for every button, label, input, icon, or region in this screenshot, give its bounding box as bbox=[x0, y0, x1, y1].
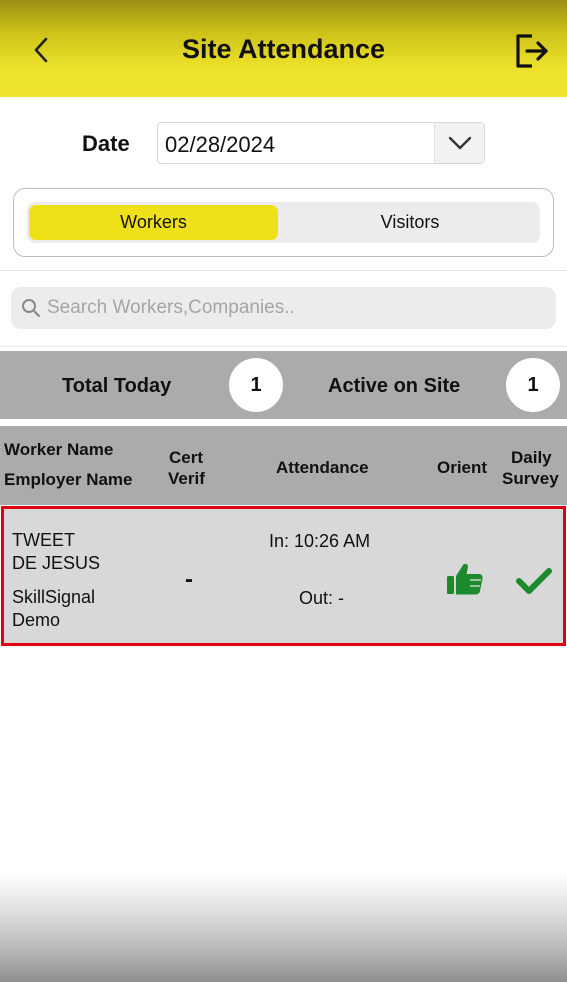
logout-icon bbox=[516, 34, 548, 68]
header-cert: Cert bbox=[169, 448, 204, 467]
header-attendance: Attendance bbox=[276, 458, 369, 477]
search-bar[interactable] bbox=[11, 287, 556, 329]
header-employer-name: Employer Name bbox=[4, 470, 133, 489]
tab-workers[interactable]: Workers bbox=[29, 205, 278, 240]
cert-verif-value: - bbox=[185, 566, 193, 593]
check-out-time: Out: - bbox=[299, 588, 345, 608]
employer-name-line2: Demo bbox=[12, 610, 61, 630]
table-header: Worker Name Employer Name Cert Verif Att… bbox=[0, 426, 567, 505]
header-daily: Daily bbox=[511, 448, 552, 467]
active-on-site-count: 1 bbox=[506, 358, 560, 412]
employer-name-line1: SkillSignal bbox=[12, 587, 96, 607]
date-dropdown-button[interactable] bbox=[434, 123, 484, 163]
header-orient: Orient bbox=[437, 458, 488, 477]
tab-visitors[interactable]: Visitors bbox=[283, 205, 537, 240]
worker-name-line2: DE JESUS bbox=[12, 553, 101, 573]
divider bbox=[0, 270, 567, 271]
header-survey: Survey bbox=[502, 469, 559, 488]
search-input[interactable] bbox=[47, 287, 547, 329]
bottom-fade bbox=[0, 872, 567, 982]
thumbs-up-icon bbox=[447, 563, 483, 595]
page-title: Site Attendance bbox=[181, 34, 386, 64]
check-in-time: In: 10:26 AM bbox=[269, 531, 371, 551]
chevron-down-icon bbox=[448, 136, 471, 150]
segmented-control: Workers Visitors bbox=[27, 202, 540, 243]
date-label: Date bbox=[82, 131, 130, 156]
checkmark-icon bbox=[516, 568, 552, 594]
active-on-site-label: Active on Site bbox=[328, 375, 461, 397]
date-row: Date 02/28/2024 bbox=[0, 122, 567, 164]
header-worker-name: Worker Name bbox=[4, 440, 114, 459]
app-header: Site Attendance bbox=[0, 0, 567, 97]
divider bbox=[0, 346, 567, 347]
worker-visitor-toggle: Workers Visitors bbox=[13, 188, 554, 257]
date-picker[interactable]: 02/28/2024 bbox=[157, 122, 485, 164]
orientation-status bbox=[446, 562, 484, 601]
search-icon bbox=[22, 299, 41, 318]
total-today-label: Total Today bbox=[62, 375, 172, 397]
logout-button[interactable] bbox=[512, 32, 552, 70]
worker-name-line1: TWEET bbox=[12, 530, 75, 550]
total-today-count: 1 bbox=[229, 358, 283, 412]
date-value: 02/28/2024 bbox=[165, 132, 276, 157]
daily-survey-status bbox=[516, 567, 552, 600]
attendance-stats-bar: Total Today 1 Active on Site 1 bbox=[0, 351, 567, 419]
header-verif: Verif bbox=[168, 469, 205, 488]
table-row[interactable]: TWEET DE JESUS SkillSignal Demo - In: 10… bbox=[1, 506, 566, 646]
